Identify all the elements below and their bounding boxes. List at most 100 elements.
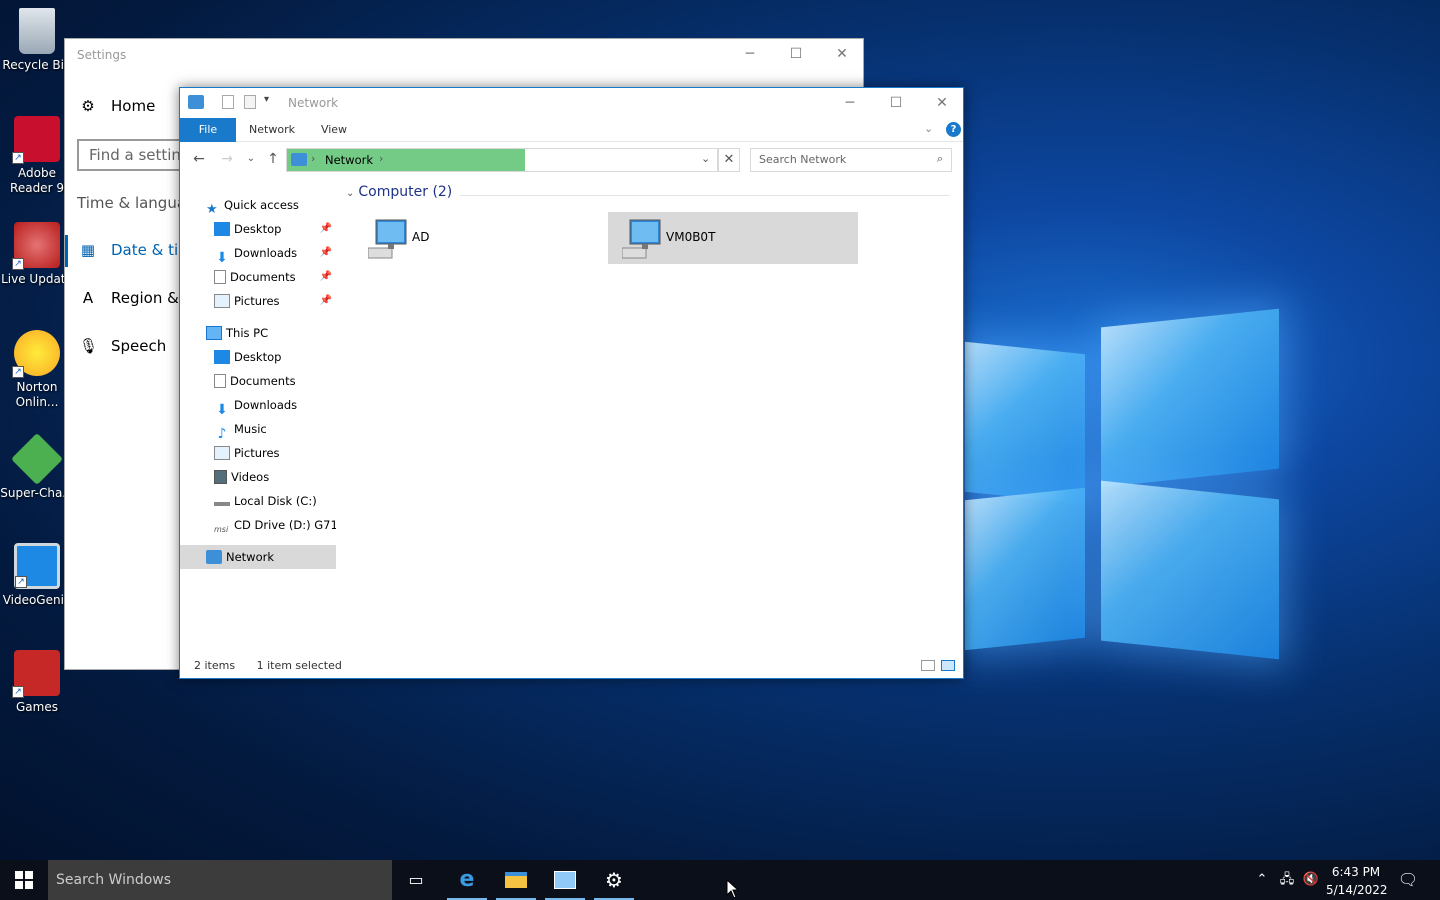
desktop-icon-norton[interactable]: ↗ Norton Onlin... (0, 330, 74, 410)
nav-label: Desktop (234, 222, 282, 236)
nav-network[interactable]: Network (180, 545, 336, 569)
minimize-button[interactable]: ─ (727, 39, 773, 69)
internet-explorer-icon[interactable]: e (443, 860, 491, 900)
file-explorer-taskbar-icon[interactable] (492, 860, 540, 900)
settings-item-speech[interactable]: 🎙 Speech (79, 337, 166, 355)
desktop-icon-games[interactable]: ↗ Games (0, 650, 74, 715)
clock[interactable]: 6:43 PM 5/14/2022 (1326, 860, 1388, 900)
desktop-icon-adobe-reader[interactable]: ↗ Adobe Reader 9 (0, 116, 74, 196)
nav-pc-pictures[interactable]: Pictures (180, 441, 336, 465)
nav-label: Pictures (234, 446, 280, 460)
nav-label: Local Disk (C:) (234, 494, 317, 508)
customize-toolbar-icon[interactable]: ▾ (264, 94, 269, 105)
back-arrow-icon[interactable]: ← (188, 148, 210, 170)
clock-time: 6:43 PM (1331, 865, 1381, 879)
desktop-icon-live-update[interactable]: ↗ Live Update (0, 222, 74, 287)
desktop-icon-label: Live Update (1, 272, 73, 286)
desktop-icon-label: VideoGenie (2, 593, 72, 607)
start-button[interactable] (0, 860, 48, 900)
hard-drive-icon (214, 496, 230, 506)
computer-item-vm0b0t[interactable]: VM0B0T (608, 212, 858, 264)
tab-file[interactable]: File (180, 118, 236, 142)
file-explorer-window[interactable]: ▾ Network ─ ☐ ✕ File Network View ⌄ ? ← … (179, 87, 964, 679)
gear-icon: ⚙ (81, 97, 95, 115)
search-placeholder: Search Network (759, 153, 847, 166)
nav-qa-downloads[interactable]: ⬇ Downloads 📌 (180, 241, 336, 265)
properties-icon[interactable] (222, 95, 234, 109)
nav-label: Videos (231, 470, 270, 484)
nav-pc-documents[interactable]: Documents (180, 369, 336, 393)
network-tray-icon[interactable]: 🖧 (1276, 860, 1298, 900)
nav-label: Documents (230, 270, 296, 284)
nav-pc-cd-drive[interactable]: msi CD Drive (D:) G71-N (180, 513, 336, 537)
minimize-button[interactable]: ─ (827, 88, 873, 118)
taskbar-search-input[interactable]: Search Windows (48, 860, 392, 900)
desktop-icon-super-charger[interactable]: Super-Cha... (0, 432, 74, 501)
folder-icon (505, 872, 527, 888)
nav-quick-access[interactable]: ★ Quick access (180, 193, 336, 217)
nav-qa-pictures[interactable]: Pictures 📌 (180, 289, 336, 313)
desktop-icon-label: Norton Onlin... (15, 380, 59, 409)
action-center-icon[interactable]: 🗨 (1394, 860, 1422, 900)
network-explorer-taskbar-icon[interactable] (541, 860, 589, 900)
up-arrow-icon[interactable]: ↑ (262, 148, 284, 170)
recent-locations-icon[interactable]: ⌄ (240, 148, 262, 170)
videogenie-icon: ↗ (14, 543, 60, 589)
nav-qa-desktop[interactable]: Desktop 📌 (180, 217, 336, 241)
nav-pc-music[interactable]: ♪ Music (180, 417, 336, 441)
close-button[interactable]: ✕ (819, 39, 865, 69)
nav-label: CD Drive (D:) G71-N (234, 518, 336, 532)
address-bar[interactable]: › Network › ⌄ (286, 148, 718, 172)
desktop-icon-label: Recycle Bin (2, 58, 72, 72)
close-button[interactable]: ✕ (919, 88, 963, 118)
navigation-pane: ★ Quick access Desktop 📌 ⬇ Downloads 📌 Docum… (180, 176, 336, 646)
computer-name: AD (412, 230, 430, 244)
desktop-icon-videogenie[interactable]: ↗ VideoGenie (0, 543, 74, 608)
mouse-cursor-icon (726, 879, 740, 899)
tab-view[interactable]: View (312, 118, 356, 142)
large-icons-view-icon[interactable] (941, 660, 955, 671)
forward-arrow-icon[interactable]: → (216, 148, 238, 170)
desktop-folder-icon (214, 349, 230, 364)
address-dropdown-icon[interactable]: ⌄ (701, 152, 710, 165)
settings-home-link[interactable]: ⚙ Home (79, 97, 155, 115)
pictures-icon (214, 445, 230, 460)
desktop-icon-label: Super-Cha... (0, 486, 74, 500)
pin-icon: 📌 (319, 223, 332, 234)
nav-pc-desktop[interactable]: Desktop (180, 345, 336, 369)
expand-ribbon-icon[interactable]: ⌄ (924, 122, 933, 135)
nav-label: This PC (226, 326, 269, 340)
search-network-input[interactable]: Search Network ⌕ (750, 148, 952, 172)
pin-icon: 📌 (319, 247, 332, 258)
desktop-icon-recycle-bin[interactable]: Recycle Bin (0, 8, 74, 73)
nav-label: Downloads (234, 246, 298, 260)
details-view-icon[interactable] (921, 660, 935, 671)
star-icon: ★ (206, 201, 218, 217)
group-header-computer[interactable]: ⌄ Computer (2) (346, 184, 452, 200)
nav-qa-documents[interactable]: Documents 📌 (180, 265, 336, 289)
desktop-folder-icon (214, 221, 230, 236)
stop-loading-icon[interactable]: ✕ (718, 148, 740, 172)
computer-icon (368, 219, 407, 259)
task-view-icon[interactable]: ▭ (392, 860, 440, 900)
new-folder-icon[interactable] (244, 95, 256, 109)
help-icon[interactable]: ? (946, 122, 961, 137)
settings-taskbar-icon[interactable]: ⚙ (590, 860, 638, 900)
maximize-button[interactable]: ☐ (773, 39, 819, 69)
explorer-title-bar: ▾ Network ─ ☐ ✕ (180, 88, 963, 118)
show-hidden-icons-icon[interactable]: ⌃ (1252, 860, 1272, 900)
nav-pc-videos[interactable]: Videos (180, 465, 336, 489)
volume-muted-icon[interactable]: 🔇 (1300, 860, 1322, 900)
nav-this-pc[interactable]: This PC (180, 321, 336, 345)
videos-icon (214, 469, 227, 484)
breadcrumb-network[interactable]: Network (325, 153, 373, 167)
maximize-button[interactable]: ☐ (873, 88, 919, 118)
nav-pc-local-disk[interactable]: Local Disk (C:) (180, 489, 336, 513)
computer-item-ad[interactable]: AD (354, 212, 604, 264)
nav-pc-downloads[interactable]: ⬇ Downloads (180, 393, 336, 417)
selection-count: 1 item selected (256, 659, 342, 672)
adobe-reader-icon: ↗ (12, 116, 60, 164)
address-progress-fill (287, 149, 525, 171)
tab-network[interactable]: Network (244, 118, 300, 142)
nav-label: Desktop (234, 350, 282, 364)
